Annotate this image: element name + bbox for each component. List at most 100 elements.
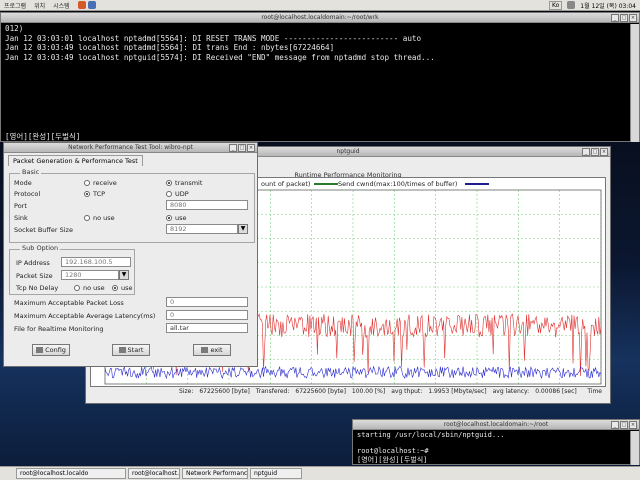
tcp-nodelay-label: Tcp No Delay [16, 284, 59, 292]
packet-size-select[interactable]: 1280 [61, 270, 119, 280]
close-button[interactable]: × [629, 14, 637, 22]
max-latency-label: Maximum Acceptable Average Latency(ms) [14, 312, 156, 320]
menu-system[interactable]: 시스템 [49, 1, 74, 10]
menu-applications[interactable]: 프로그램 [0, 1, 30, 10]
protocol-udp-label[interactable]: UDP [175, 190, 189, 198]
taskbar-item-nptguid[interactable]: nptguid [250, 468, 302, 479]
start-button[interactable]: Start [112, 344, 150, 356]
terminal-window-small[interactable]: root@localhost.localdomain:~/root _ □ × … [352, 419, 640, 465]
taskbar-item-terminal-2[interactable]: root@localhost.localdo [128, 468, 180, 479]
terminal-line: starting /usr/local/sbin/nptguid... [357, 431, 505, 439]
maximize-button[interactable]: □ [620, 14, 628, 22]
nodelay-use-radio[interactable] [112, 285, 118, 291]
monitor-file-label: File for Realtime Monitoring [14, 325, 104, 333]
minimize-button[interactable]: _ [611, 421, 619, 429]
port-input[interactable]: 8080 [166, 200, 248, 210]
npt-tool-window[interactable]: Network Performance Test Tool: wibro-npt… [3, 142, 258, 367]
taskbar-item-terminal-1[interactable]: root@localhost.localdo [16, 468, 126, 479]
buffer-size-select[interactable]: 8192 [166, 224, 238, 234]
monitor-file-input[interactable]: all.tar [166, 323, 248, 333]
terminal-main-output[interactable]: 012) Jan 12 03:03:01 localhost nptadmd[55… [1, 23, 639, 63]
terminal-line: root@localhost:~# [357, 447, 429, 455]
nodelay-use-label[interactable]: use [121, 284, 133, 292]
transferred-value: 67225600 [byte] [295, 388, 346, 395]
input-method-indicator[interactable]: Ko [548, 0, 563, 10]
terminal-main-titlebar[interactable]: root@localhost.localdomain:~/root/wrk _ … [1, 13, 639, 23]
max-loss-label: Maximum Acceptable Packet Loss [14, 299, 124, 307]
menu-places[interactable]: 위치 [30, 1, 49, 10]
port-label: Port [14, 202, 27, 210]
terminal-main-title: root@localhost.localdomain:~/root/wrk [261, 14, 379, 21]
percent-value: 100.00 [%] [351, 388, 386, 395]
sink-nouse-radio[interactable] [84, 215, 90, 221]
nodelay-nouse-label[interactable]: no use [83, 284, 105, 292]
thput-value: 1.9953 [Mbyte/sec] [428, 388, 487, 395]
terminal-small-title: root@localhost.localdomain:~/root [443, 421, 549, 428]
legend-send-cwnd: Send cwnd(max:100/times of buffer) [338, 180, 490, 188]
terminal-main-ime-status: [영어][완성][두벌식] [5, 132, 81, 141]
maximize-button[interactable]: □ [620, 421, 628, 429]
buffer-size-dropdown-button[interactable]: ▼ [238, 224, 248, 234]
sink-nouse-label[interactable]: no use [93, 214, 115, 222]
exit-button[interactable]: exit [193, 344, 231, 356]
mail-launcher-icon[interactable] [87, 1, 96, 9]
series-blue-trace [104, 365, 602, 380]
npt-tool-titlebar[interactable]: Network Performance Test Tool: wibro-npt… [4, 143, 257, 153]
panel-clock[interactable]: 1월 12일 (목) 03:04 [580, 1, 636, 10]
max-loss-input[interactable]: 0 [166, 297, 248, 307]
packet-size-dropdown-button[interactable]: ▼ [119, 270, 129, 280]
terminal-window-main[interactable]: root@localhost.localdomain:~/root/wrk _ … [0, 12, 640, 142]
tab-packet-generation[interactable]: Packet Generation & Performance Test [8, 155, 143, 166]
protocol-udp-radio[interactable] [166, 191, 172, 197]
close-button[interactable]: × [247, 144, 255, 152]
sink-label: Sink [14, 214, 28, 222]
mode-label: Mode [14, 179, 32, 187]
terminal-small-titlebar[interactable]: root@localhost.localdomain:~/root _ □ × [353, 420, 639, 430]
legend-packet-count: ount of packet) [261, 180, 339, 188]
exit-icon [201, 347, 209, 353]
legend-send-cwnd-swatch [465, 183, 490, 185]
minimize-button[interactable]: _ [611, 14, 619, 22]
minimize-button[interactable]: _ [582, 148, 590, 156]
latency-value: 0.00086 [sec] [535, 388, 577, 395]
sink-use-label[interactable]: use [175, 214, 187, 222]
close-button[interactable]: × [629, 421, 637, 429]
terminal-small-output[interactable]: starting /usr/local/sbin/nptguid... root… [353, 430, 639, 456]
top-panel: 프로그램 위치 시스템 Ko 1월 12일 (목) 03:04 [0, 0, 640, 11]
mode-receive-label[interactable]: receive [93, 179, 117, 187]
time-axis-label: Time [587, 388, 602, 395]
transferred-label: Transfered: [255, 388, 290, 395]
volume-icon[interactable] [567, 1, 576, 9]
browser-launcher-icon[interactable] [77, 1, 86, 9]
terminal-line: 012) [5, 24, 24, 33]
exit-button-label: exit [210, 346, 223, 354]
legend-packet-count-swatch [314, 183, 339, 185]
mode-transmit-label[interactable]: transmit [175, 179, 202, 187]
terminal-small-scrollbar[interactable] [630, 431, 639, 465]
nodelay-nouse-radio[interactable] [74, 285, 80, 291]
basic-section-title: Basic [20, 168, 42, 176]
mode-transmit-radio[interactable] [166, 180, 172, 186]
packet-size-label: Packet Size [16, 272, 53, 280]
terminal-main-scrollbar[interactable] [630, 24, 639, 142]
maximize-button[interactable]: □ [238, 144, 246, 152]
mode-receive-radio[interactable] [84, 180, 90, 186]
legend-packet-count-label: ount of packet) [261, 180, 311, 188]
npt-tool-title: Network Performance Test Tool: wibro-npt [68, 144, 193, 151]
taskbar-item-npt-tool[interactable]: Network Performance [182, 468, 248, 479]
close-button[interactable]: × [600, 148, 608, 156]
protocol-tcp-radio[interactable] [84, 191, 90, 197]
chart-footer: Size: 67225600 [byte] Transfered: 672256… [176, 387, 606, 396]
config-button[interactable]: Config [32, 344, 70, 356]
buffer-size-label: Socket Buffer Size [14, 226, 73, 234]
maximize-button[interactable]: □ [591, 148, 599, 156]
terminal-line: Jan 12 03:03:01 localhost nptadmd[5564]:… [5, 33, 422, 43]
nptguid-title: nptguid [336, 148, 360, 155]
max-latency-input[interactable]: 0 [166, 310, 248, 320]
size-label: Size: [179, 388, 194, 395]
protocol-tcp-label[interactable]: TCP [93, 190, 105, 198]
ip-address-input[interactable]: 192.168.100.5 [61, 257, 131, 267]
sink-use-radio[interactable] [166, 215, 172, 221]
minimize-button[interactable]: _ [229, 144, 237, 152]
